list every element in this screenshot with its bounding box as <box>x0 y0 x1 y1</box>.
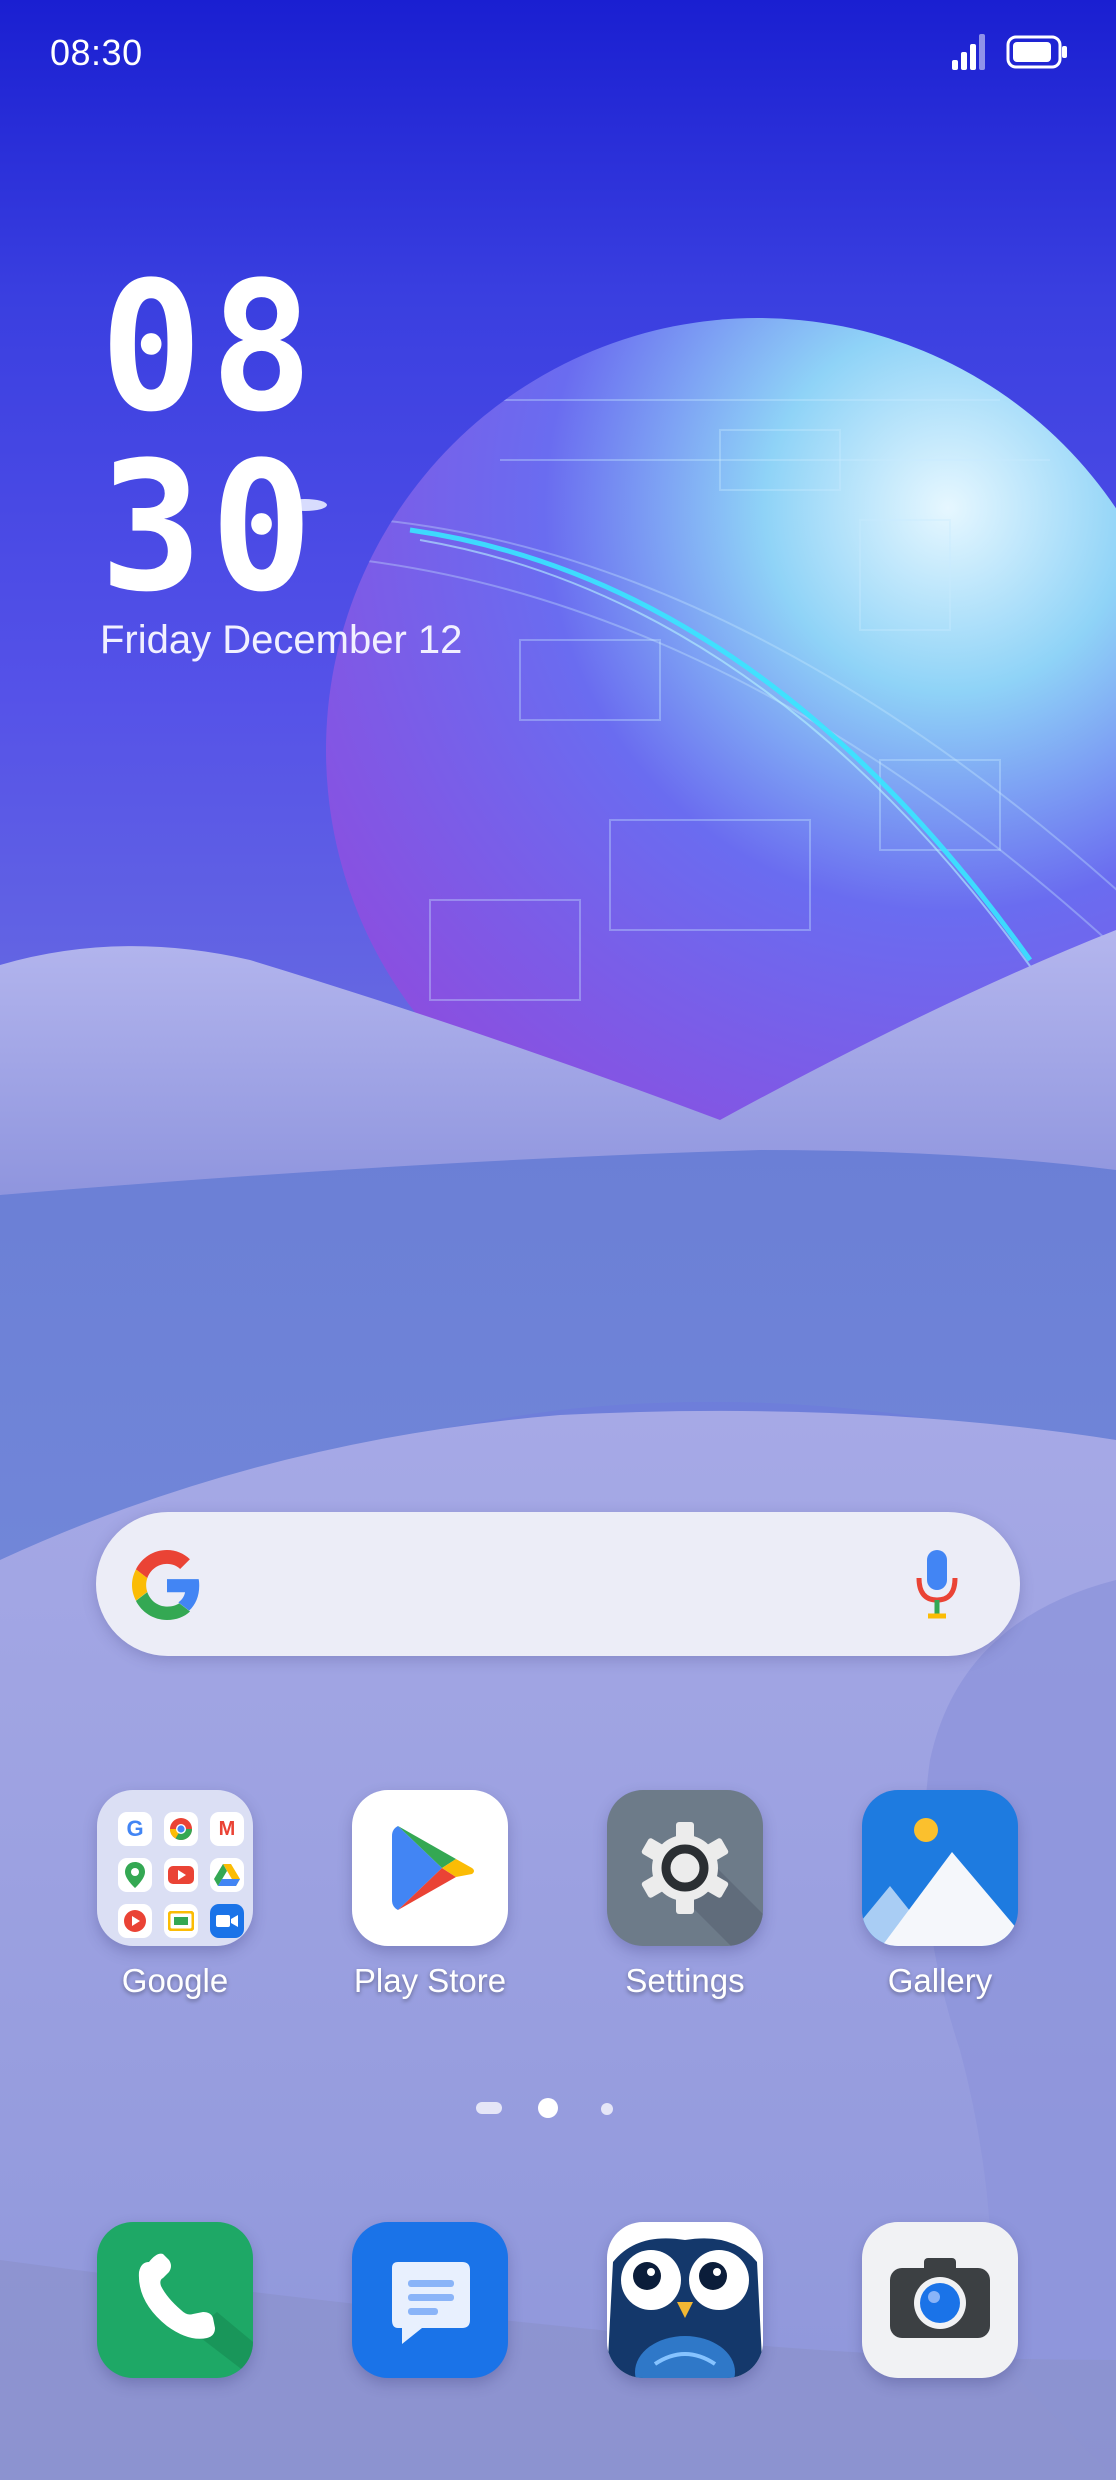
google-folder-icon: G M <box>97 1790 253 1946</box>
app-label: Gallery <box>887 1962 993 1999</box>
battery-icon <box>1006 35 1067 69</box>
camera-icon <box>862 2222 1018 2378</box>
google-g-icon <box>132 1550 200 1620</box>
play-store-icon <box>352 1790 508 1946</box>
app-settings[interactable]: Settings <box>575 1790 795 2000</box>
google-search-bar[interactable] <box>96 1512 1020 1656</box>
dock-app-camera[interactable] <box>830 2222 1050 2378</box>
signal-icon <box>952 34 985 70</box>
app-google-folder[interactable]: G M Google <box>65 1790 285 2000</box>
page-dot-3[interactable] <box>601 2103 613 2115</box>
dock-app-phone[interactable] <box>65 2222 285 2378</box>
owl-app-icon <box>607 2222 763 2378</box>
clock-date[interactable]: Friday December 12 <box>100 618 462 663</box>
clock-minutes: 30 <box>100 424 321 632</box>
dock-app-messages[interactable] <box>320 2222 540 2378</box>
app-play-store[interactable]: Play Store <box>320 1790 540 2000</box>
page-dot-1[interactable] <box>476 2102 502 2114</box>
app-label: Play Store <box>353 1962 507 1999</box>
gear-icon <box>607 1790 763 1946</box>
app-label: Google <box>121 1962 229 1999</box>
app-label: Settings <box>625 1962 745 1999</box>
page-dot-2-current[interactable] <box>538 2098 558 2118</box>
messages-icon <box>352 2222 508 2378</box>
phone-icon <box>97 2222 253 2378</box>
status-bar: 08:30 <box>0 0 1116 110</box>
clock-hours: 08 <box>100 244 321 452</box>
status-time: 08:30 <box>50 32 143 73</box>
gallery-icon <box>862 1790 1018 1946</box>
microphone-icon[interactable] <box>914 1548 960 1620</box>
clock-widget[interactable]: 08 30 <box>100 254 321 623</box>
dock-app-owl[interactable] <box>575 2222 795 2378</box>
app-gallery[interactable]: Gallery <box>830 1790 1050 2000</box>
